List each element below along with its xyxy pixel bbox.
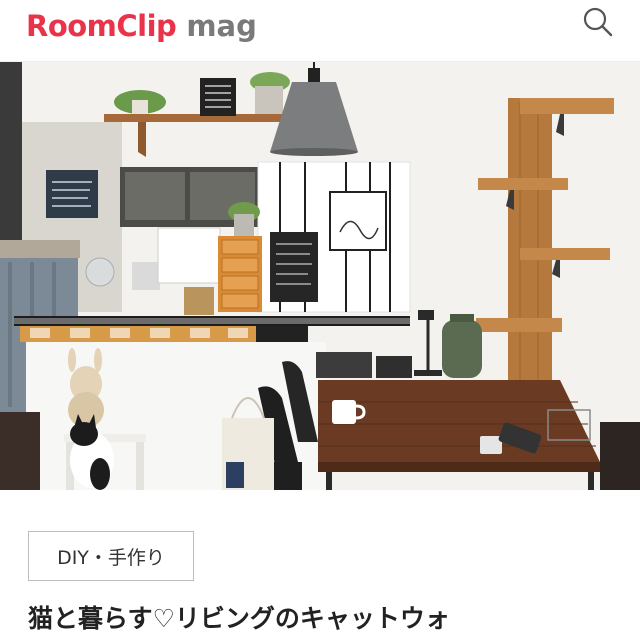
room-photo-illustration <box>0 62 640 490</box>
search-button[interactable] <box>578 4 618 44</box>
roomclip-mag-logo[interactable]: RoomClip mag <box>26 6 257 46</box>
app-header: RoomClip mag <box>0 0 640 62</box>
category-tag[interactable]: DIY・手作り <box>28 531 194 581</box>
article-hero-image[interactable] <box>0 62 640 490</box>
search-icon <box>583 7 613 37</box>
logo-mag-text: mag <box>186 9 257 43</box>
logo-brand-text: RoomClip <box>26 9 177 43</box>
article-title[interactable]: 猫と暮らす♡リビングのキャットウォ <box>28 598 640 640</box>
